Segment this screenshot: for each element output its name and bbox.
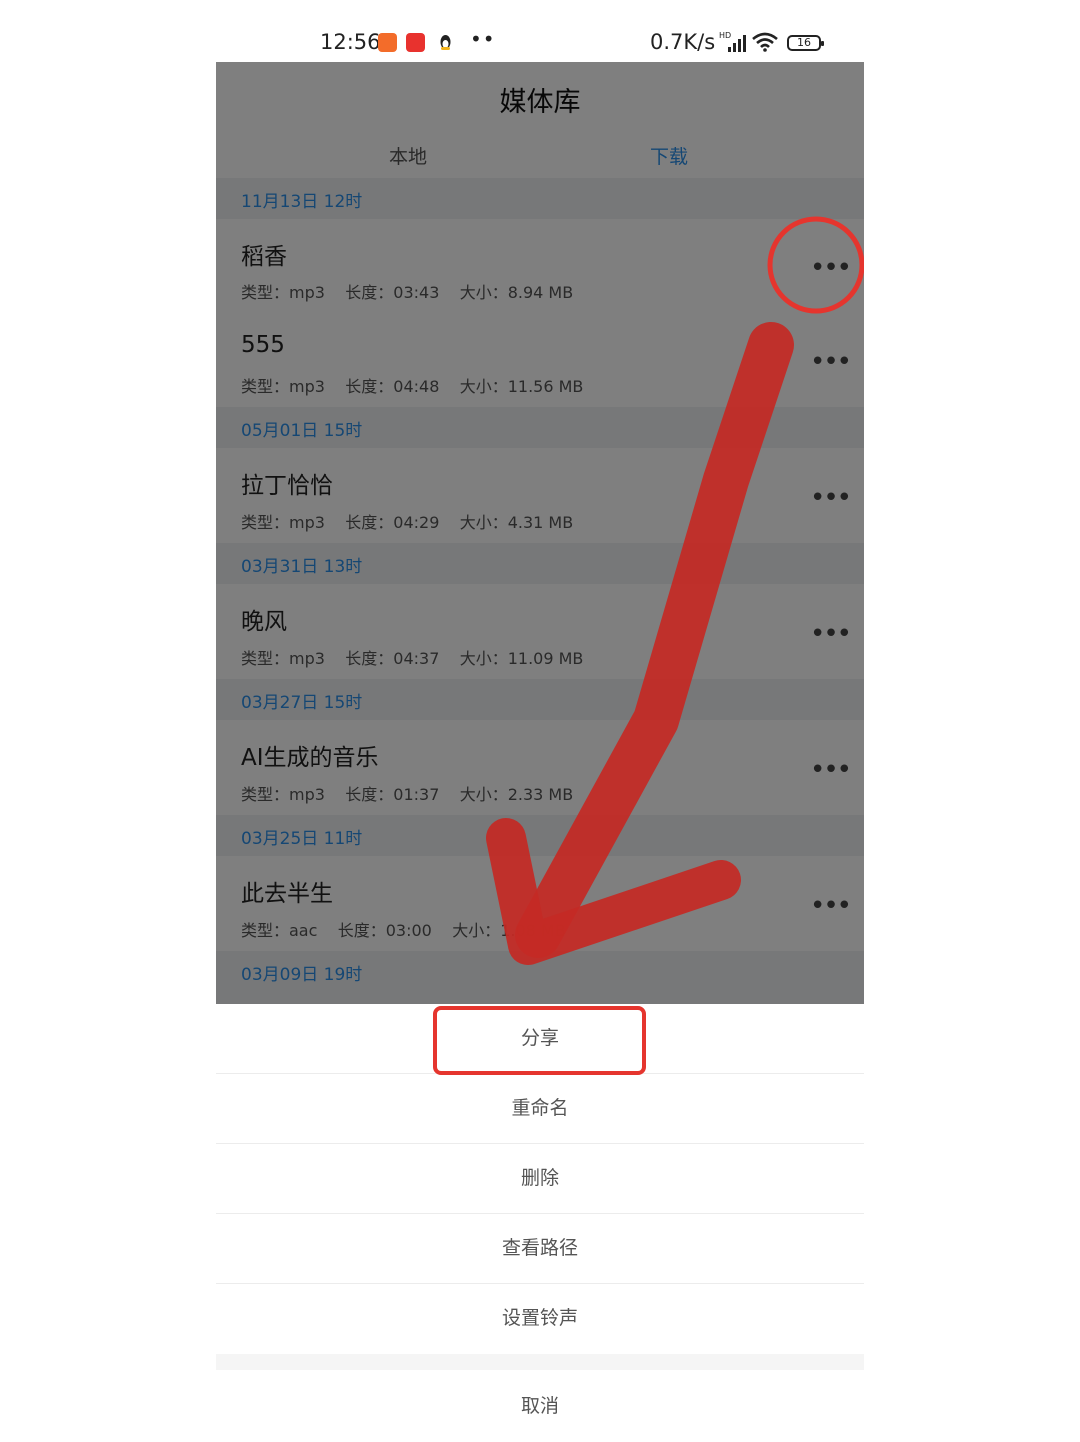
phone-screen: 12:56 •• 0.7K/s HD 16 媒体库 本地 下载 11月13日 1… [216, 0, 864, 1439]
delete-button[interactable]: 删除 [216, 1144, 864, 1214]
action-sheet: 分享 重命名 删除 查看路径 设置铃声 取消 [216, 1004, 864, 1439]
more-notifications-icon: •• [470, 27, 496, 51]
app-notification-icon [378, 33, 397, 52]
network-speed: 0.7K/s [650, 30, 716, 54]
media-library-screen: 媒体库 本地 下载 11月13日 12时 稻香 类型：mp3 长度：03:43 … [216, 62, 864, 1004]
status-time: 12:56 [320, 30, 381, 54]
share-highlight-box [433, 1006, 646, 1075]
set-ringtone-button[interactable]: 设置铃声 [216, 1284, 864, 1353]
signal-icon: HD [719, 31, 747, 52]
qq-penguin-icon [436, 33, 455, 52]
news-notification-icon [406, 33, 425, 52]
rename-button[interactable]: 重命名 [216, 1074, 864, 1144]
cancel-button[interactable]: 取消 [216, 1370, 864, 1439]
view-path-button[interactable]: 查看路径 [216, 1214, 864, 1284]
wifi-icon [752, 32, 778, 52]
dim-overlay[interactable] [216, 62, 864, 1004]
hd-label: HD [719, 31, 732, 40]
battery-icon: 16 [787, 35, 824, 51]
status-bar: 12:56 •• 0.7K/s HD 16 [216, 0, 864, 62]
sheet-divider [216, 1354, 864, 1370]
